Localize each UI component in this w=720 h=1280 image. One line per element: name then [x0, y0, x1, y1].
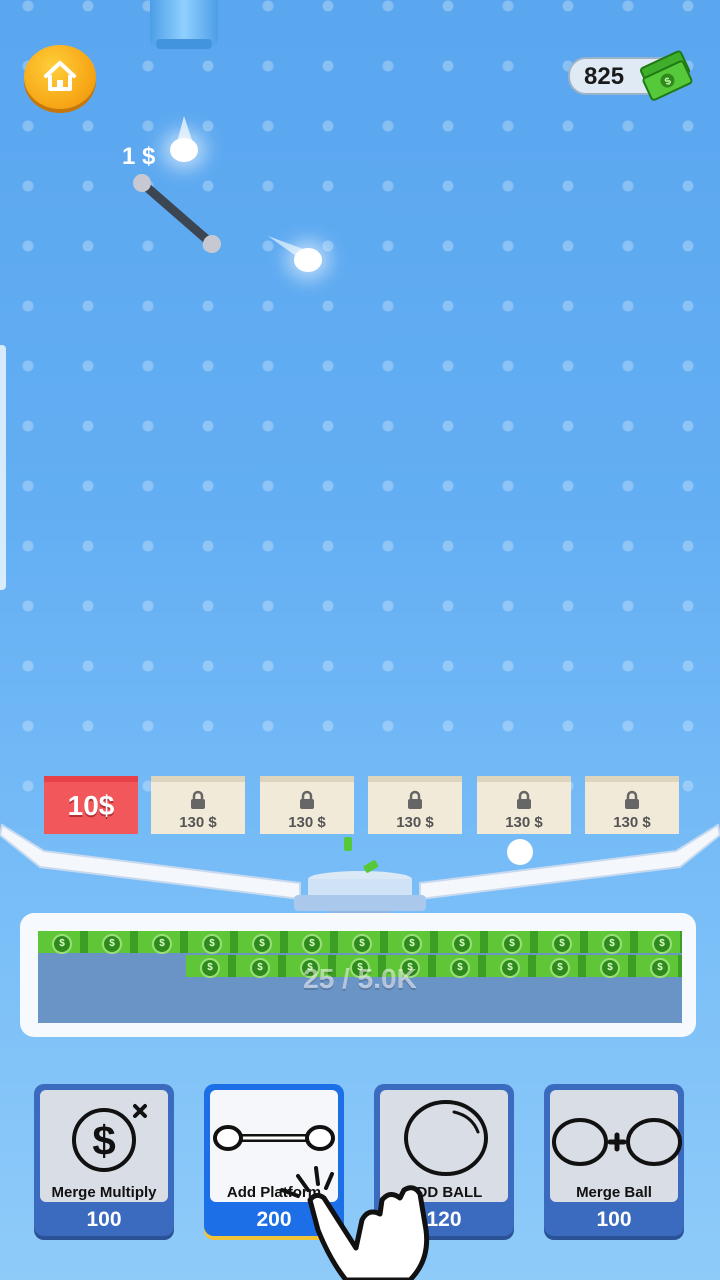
cash-fill-row: $ $ $ $ $ $ $ $ $ $ $ $ $ [38, 931, 682, 954]
upgrade-cost: 100 [596, 1208, 632, 1231]
upgrade-label: Merge Ball [576, 1184, 652, 1201]
merge-multiply-button[interactable]: $ Merge Multiply 100 [34, 1084, 174, 1236]
merge-ball-button[interactable]: Merge Ball 100 [544, 1084, 684, 1236]
upgrade-cost: 100 [86, 1208, 122, 1231]
merge-balls-icon [552, 1118, 682, 1166]
lock-icon [625, 790, 639, 809]
tutorial-pointer-hand-icon [280, 1166, 430, 1280]
platform-bar [133, 116, 306, 256]
lock-icon [408, 790, 422, 809]
upgrade-label: Merge Multiply [51, 1184, 157, 1201]
falling-ball [294, 248, 322, 272]
falling-ball [170, 138, 198, 162]
funnel-ramp [0, 823, 720, 923]
collector-progress: 25 / 5.0K [303, 963, 417, 994]
dollar-multiply-icon: $ [72, 1104, 147, 1172]
lock-icon [517, 790, 531, 809]
lock-icon [191, 790, 205, 809]
svg-text:$: $ [92, 1117, 115, 1164]
lock-icon [300, 790, 314, 809]
